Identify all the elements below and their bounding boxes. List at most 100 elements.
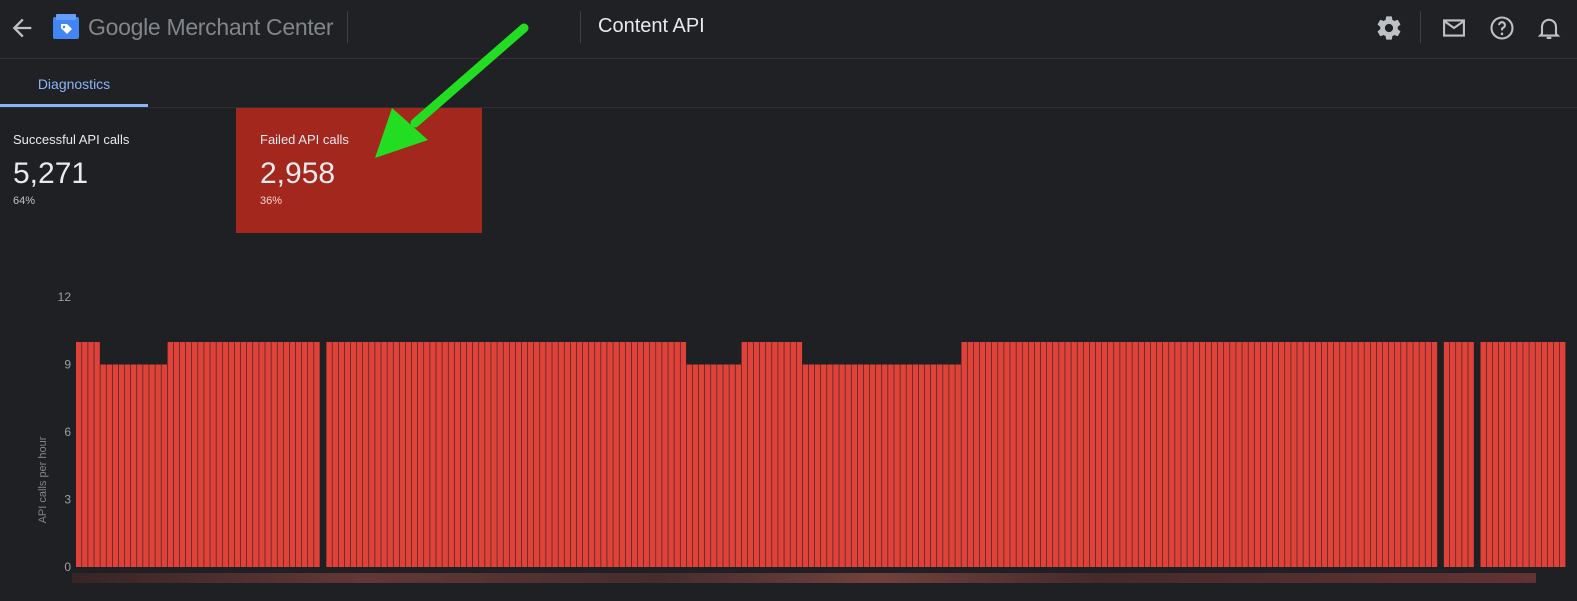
chart-bar: [1321, 342, 1328, 567]
chart-bar: [411, 342, 418, 567]
chart-bar: [717, 364, 723, 567]
chart-bar: [167, 342, 174, 567]
chart-bar: [1535, 342, 1541, 567]
chart-bar: [747, 342, 754, 567]
failed-calls-card[interactable]: Failed API calls 2,958 36%: [236, 108, 482, 233]
chart-bar: [436, 342, 442, 567]
chart-bar: [1517, 342, 1523, 567]
chart-bar: [515, 342, 522, 567]
chart-bar: [259, 342, 265, 567]
chart-bar: [1523, 342, 1529, 567]
y-tick-label: 9: [64, 358, 71, 372]
tab-diagnostics[interactable]: Diagnostics: [0, 59, 148, 107]
chart-bar: [1065, 342, 1071, 567]
chart-bar: [650, 342, 656, 567]
chart-bar: [558, 342, 564, 567]
chart-bar: [1150, 342, 1157, 567]
merchant-logo-icon[interactable]: [52, 13, 80, 41]
bell-icon[interactable]: [1535, 14, 1563, 42]
gear-icon[interactable]: [1375, 14, 1403, 42]
chart-bar: [894, 364, 900, 567]
chart-bar: [94, 342, 100, 567]
y-tick-label: 12: [58, 290, 72, 304]
successful-calls-card[interactable]: Successful API calls 5,271 64%: [0, 108, 236, 233]
divider: [580, 11, 581, 43]
chart-bar: [1449, 342, 1456, 567]
chart-bar: [906, 364, 912, 567]
chart-bar: [1388, 342, 1395, 567]
chart-bar: [1132, 342, 1138, 567]
chart-bar: [1260, 342, 1267, 567]
chart-bar: [1492, 342, 1499, 567]
chart-bar: [417, 342, 424, 567]
chart-bar: [851, 364, 858, 567]
chart-bar: [1028, 342, 1035, 567]
chart-bar: [387, 342, 393, 567]
chart-bar: [118, 364, 125, 567]
chart-bar: [1181, 342, 1187, 567]
chart-bar: [179, 342, 186, 567]
chart-bar: [1364, 342, 1370, 567]
chart-bar: [711, 364, 717, 567]
chart-bar: [1504, 342, 1511, 567]
chart-bar: [1340, 342, 1346, 567]
chart-bar: [1480, 342, 1487, 567]
chart-bar: [234, 342, 241, 567]
chart-bar: [369, 342, 375, 567]
chart-bar: [930, 364, 937, 567]
chart-bar: [955, 364, 961, 567]
chart-bar: [1120, 342, 1126, 567]
chart-bar: [576, 342, 583, 567]
help-icon[interactable]: [1488, 14, 1516, 42]
chart-bar: [1101, 342, 1108, 567]
chart-bar: [912, 364, 919, 567]
chart-bar: [1138, 342, 1145, 567]
chart-bar: [570, 342, 577, 567]
chart-bar: [1144, 342, 1151, 567]
chart-bar: [1071, 342, 1077, 567]
tab-label: Diagnostics: [37, 76, 111, 92]
chart-bar: [582, 342, 589, 567]
back-arrow-icon[interactable]: [8, 14, 36, 42]
chart-bar: [1462, 342, 1468, 567]
chart-bar: [1407, 342, 1413, 567]
chart-bar: [1046, 342, 1053, 567]
brand-name[interactable]: Google Merchant Center: [88, 14, 334, 41]
chart-bar: [698, 364, 705, 567]
chart-bar: [491, 342, 497, 567]
chart-bar: [1431, 342, 1438, 567]
divider: [1420, 11, 1421, 43]
chart-bar: [1511, 342, 1517, 567]
y-axis: 0 3 6 9 12: [58, 290, 72, 574]
chart-bar: [833, 364, 839, 567]
chart-bar: [1425, 342, 1432, 567]
chart-bar: [1456, 342, 1462, 567]
chart-bar: [393, 342, 400, 567]
chart-bar: [827, 364, 833, 567]
chart-bar: [308, 342, 314, 567]
chart-bar: [1126, 342, 1132, 567]
chart-bar: [1187, 342, 1193, 567]
mail-icon[interactable]: [1440, 14, 1468, 42]
chart-bar: [112, 364, 119, 567]
chart-bar: [1059, 342, 1065, 567]
chart-bar: [1004, 342, 1010, 567]
chart-bar: [692, 364, 699, 567]
chart-bar: [448, 342, 455, 567]
chart-bar: [821, 364, 827, 567]
chart-bar: [643, 342, 650, 567]
chart-bar: [1095, 342, 1102, 567]
chart-bar: [766, 342, 772, 567]
chart-bar: [1272, 342, 1279, 567]
card-label: Successful API calls: [13, 132, 130, 147]
chart-bar: [76, 342, 82, 567]
chart-bar: [479, 342, 485, 567]
chart-bar: [656, 342, 662, 567]
chart-bar: [326, 342, 332, 567]
chart-bar: [759, 342, 766, 567]
chart-bar: [289, 342, 296, 567]
chart-bar: [1333, 342, 1340, 567]
chart-bar: [356, 342, 363, 567]
chart-bar: [1327, 342, 1334, 567]
chart-bar: [399, 342, 406, 567]
